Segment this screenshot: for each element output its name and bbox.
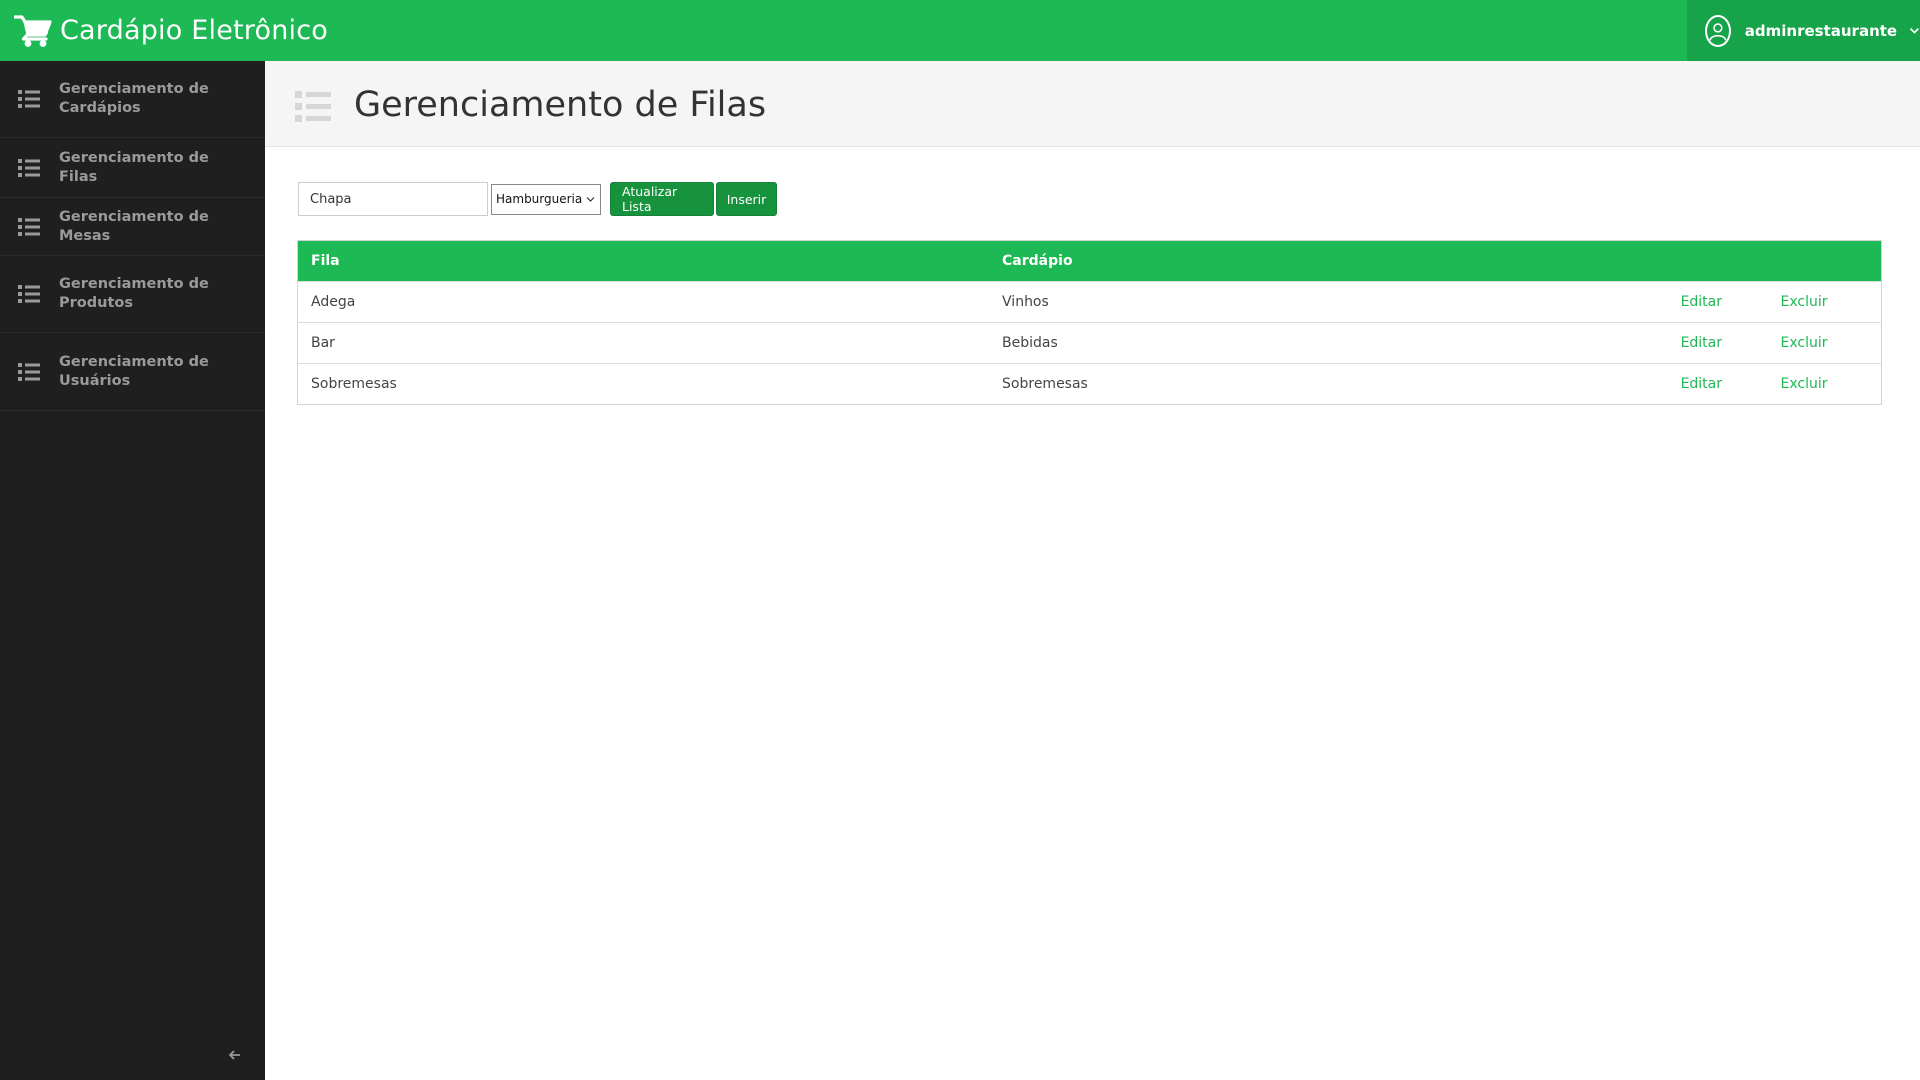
cardapio-select[interactable]: Hamburgueria — [491, 183, 601, 215]
delete-link[interactable]: Excluir — [1780, 281, 1882, 323]
user-avatar-icon — [1705, 14, 1731, 47]
fila-cell: Sobremesas — [297, 363, 990, 405]
table-row: Sobremesas Sobremesas Editar Excluir — [297, 363, 1882, 405]
shopping-cart-icon — [14, 14, 52, 47]
app-title: Cardápio Eletrônico — [60, 15, 329, 46]
sidebar-item-label: Gerenciamento de Cardápios — [59, 81, 209, 116]
list-icon — [18, 90, 40, 108]
sidebar: Gerenciamento de Cardápios Gerenciamento… — [0, 61, 265, 1080]
filter-toolbar: Hamburgueria Atualizar Lista Inserir — [298, 182, 777, 216]
cardapio-select-value: Hamburgueria — [496, 192, 583, 206]
page-header: Gerenciamento de Filas — [265, 61, 1920, 147]
insert-button[interactable]: Inserir — [716, 182, 777, 216]
list-icon — [18, 362, 40, 381]
column-header-cardapio: Cardápio — [1002, 253, 1073, 269]
edit-link[interactable]: Editar — [1680, 363, 1781, 405]
delete-link[interactable]: Excluir — [1780, 322, 1882, 364]
table-row: Adega Vinhos Editar Excluir — [297, 281, 1882, 323]
sidebar-item-label: Gerenciamento de Usuários — [59, 353, 209, 389]
delete-link[interactable]: Excluir — [1780, 363, 1882, 405]
brand[interactable]: Cardápio Eletrônico — [0, 0, 328, 61]
column-header-fila: Fila — [311, 253, 340, 269]
list-icon — [18, 158, 40, 177]
edit-link[interactable]: Editar — [1680, 281, 1781, 323]
page-title: Gerenciamento de Filas — [354, 85, 767, 125]
user-menu[interactable]: adminrestaurante — [1687, 0, 1920, 61]
update-list-button[interactable]: Atualizar Lista — [610, 182, 714, 216]
sidebar-item-cardapios[interactable]: Gerenciamento de Cardápios — [0, 61, 265, 138]
sidebar-item-mesas[interactable]: Gerenciamento de Mesas — [0, 198, 265, 256]
fila-name-input[interactable] — [298, 182, 488, 216]
top-navbar: Cardápio Eletrônico adminrestaurante — [0, 0, 1920, 61]
cardapio-cell: Bebidas — [989, 322, 1681, 364]
column-header-delete — [1781, 241, 1882, 282]
chevron-down-icon — [586, 196, 595, 202]
fila-cell: Bar — [297, 322, 990, 364]
collapse-sidebar-arrow-icon[interactable] — [228, 1048, 242, 1062]
chevron-down-icon — [1910, 27, 1920, 34]
sidebar-item-label: Gerenciamento de Produtos — [59, 276, 209, 311]
sidebar-item-label: Gerenciamento de Filas — [59, 149, 209, 185]
column-header-edit — [1681, 241, 1781, 282]
cardapio-cell: Sobremesas — [989, 363, 1681, 405]
fila-cell: Adega — [297, 281, 990, 323]
list-icon — [18, 217, 40, 236]
sidebar-item-filas[interactable]: Gerenciamento de Filas — [0, 138, 265, 198]
sidebar-item-label: Gerenciamento de Mesas — [59, 208, 209, 244]
sidebar-item-usuarios[interactable]: Gerenciamento de Usuários — [0, 333, 265, 411]
sidebar-item-produtos[interactable]: Gerenciamento de Produtos — [0, 256, 265, 333]
user-name: adminrestaurante — [1744, 21, 1898, 40]
table-header-row: Fila Cardápio — [297, 240, 1882, 282]
list-icon — [295, 91, 331, 122]
table-row: Bar Bebidas Editar Excluir — [297, 322, 1882, 364]
edit-link[interactable]: Editar — [1680, 322, 1781, 364]
list-icon — [18, 285, 40, 303]
cardapio-cell: Vinhos — [989, 281, 1681, 323]
filas-table: Fila Cardápio Adega Vinhos Editar Exclui… — [297, 240, 1882, 405]
